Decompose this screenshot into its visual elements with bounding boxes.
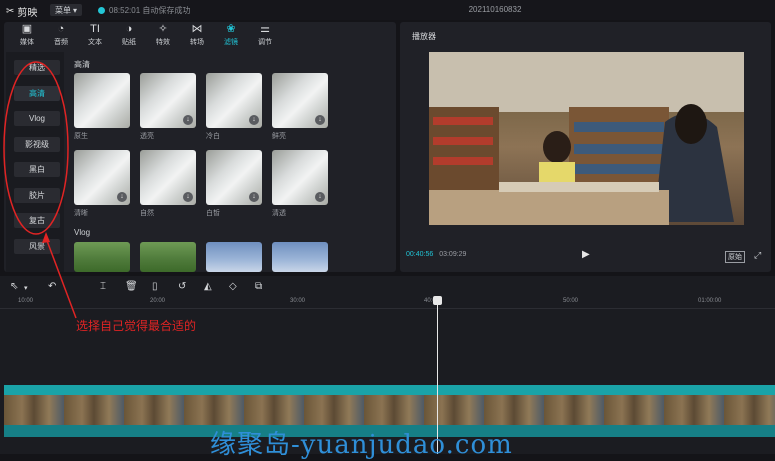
annotation-ellipse: [3, 61, 69, 235]
annotation-arrowhead: [42, 232, 50, 243]
annotation-arrow: [45, 237, 77, 319]
annotation-text: 选择自己觉得最合适的: [76, 319, 197, 333]
annotation-overlay: [3, 61, 77, 319]
watermark-text: 缘聚岛-yuanjudao.com: [210, 430, 513, 460]
